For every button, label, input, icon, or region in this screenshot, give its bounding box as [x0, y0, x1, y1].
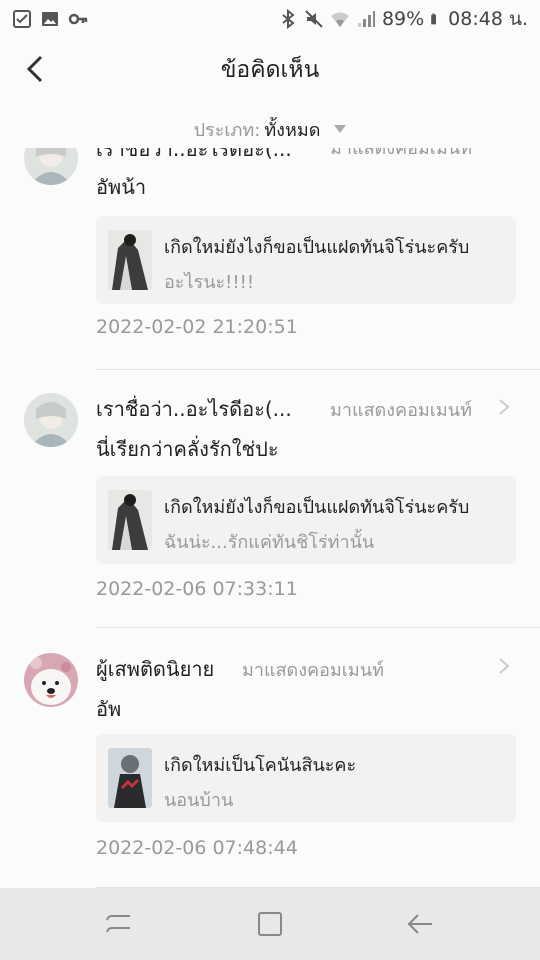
username[interactable]: ผู้เสพติดนิยาย	[96, 653, 214, 685]
comment-text: นี่เรียกว่าคลั่งรักใช่ปะ	[96, 437, 279, 461]
novel-title: เกิดใหม่ยังไงก็ขอเป็นแฝดทันจิโร่นะครับ	[164, 237, 470, 258]
recent-apps-icon[interactable]	[104, 910, 134, 938]
filter-value: ทั้งหมด	[264, 119, 321, 141]
chapter-title: ฉันน่ะ...รักแค่ทันชิโร่ท่านั้น	[164, 532, 375, 553]
avatar[interactable]	[24, 393, 78, 447]
key-icon	[68, 13, 88, 25]
avatar[interactable]	[24, 653, 78, 707]
chevron-right-icon[interactable]	[498, 398, 510, 416]
comment-item: เราชื่อว่า..อะไรดีอะ(... มาแสดงคอมเมนท์ …	[0, 393, 540, 633]
battery-percent: 89%	[381, 8, 425, 30]
signal-icon	[357, 11, 375, 27]
comment-item: ผู้เสพติดนิยาย มาแสดงคอมเมนท์ อัพ เกิดให…	[0, 651, 540, 888]
checkbox-icon	[13, 10, 31, 28]
action-label: มาแสดงคอมเมนท์	[242, 660, 384, 681]
battery-icon	[431, 13, 437, 25]
status-time: 08:48 น.	[448, 8, 528, 30]
bluetooth-icon	[282, 9, 295, 29]
divider	[96, 627, 540, 628]
home-icon[interactable]	[255, 910, 285, 938]
novel-cover-image	[108, 490, 152, 550]
divider	[96, 369, 540, 370]
wifi-icon	[330, 12, 349, 27]
avatar[interactable]	[24, 148, 78, 185]
timestamp: 2022-02-06 07:33:11	[96, 578, 298, 600]
status-left	[12, 9, 88, 29]
status-bar: 89% 08:48 น.	[0, 0, 540, 38]
page-title: ข้อคิดเห็น	[220, 57, 320, 83]
timestamp: 2022-02-02 21:20:51	[96, 316, 298, 338]
navigation-bar	[0, 888, 540, 960]
chevron-right-icon[interactable]	[498, 657, 510, 675]
chapter-title: อะไรนะ!!!!	[164, 272, 255, 293]
username[interactable]: เราชื่อว่า..อะไรดีอะ(...	[96, 148, 292, 165]
novel-card[interactable]: เกิดใหม่ยังไงก็ขอเป็นแฝดทันจิโร่นะครับ ฉ…	[96, 476, 516, 564]
comment-text: อัพ	[96, 697, 122, 721]
filter-dropdown[interactable]: ประเภท: ทั้งหมด	[0, 112, 540, 146]
novel-card[interactable]: เกิดใหม่เป็นโคนันสินะคะ นอนบ้าน	[96, 734, 516, 822]
caret-down-icon	[334, 125, 347, 133]
back-icon[interactable]	[406, 910, 436, 938]
comment-item: เราชื่อว่า..อะไรดีอะ(... มาแสดงคอมเมนท์ …	[0, 148, 540, 370]
novel-title: เกิดใหม่ยังไงก็ขอเป็นแฝดทันจิโร่นะครับ	[164, 497, 470, 518]
mute-icon	[305, 10, 323, 28]
action-label: มาแสดงคอมเมนท์	[330, 148, 472, 159]
image-icon	[42, 12, 58, 26]
novel-card[interactable]: เกิดใหม่ยังไงก็ขอเป็นแฝดทันจิโร่นะครับ อ…	[96, 216, 516, 304]
filter-label: ประเภท:	[193, 119, 261, 141]
comment-list: เราชื่อว่า..อะไรดีอะ(... มาแสดงคอมเมนท์ …	[0, 148, 540, 888]
comment-text: อัพน้า	[96, 175, 147, 199]
chapter-title: นอนบ้าน	[164, 790, 234, 811]
app-header: ข้อคิดเห็น	[0, 38, 540, 100]
status-right: 89% 08:48 น.	[278, 4, 528, 34]
novel-cover-image	[108, 230, 152, 290]
action-label: มาแสดงคอมเมนท์	[330, 400, 472, 421]
novel-title: เกิดใหม่เป็นโคนันสินะคะ	[164, 755, 357, 776]
username[interactable]: เราชื่อว่า..อะไรดีอะ(...	[96, 393, 292, 425]
timestamp: 2022-02-06 07:48:44	[96, 837, 298, 859]
novel-cover-image	[108, 748, 152, 808]
